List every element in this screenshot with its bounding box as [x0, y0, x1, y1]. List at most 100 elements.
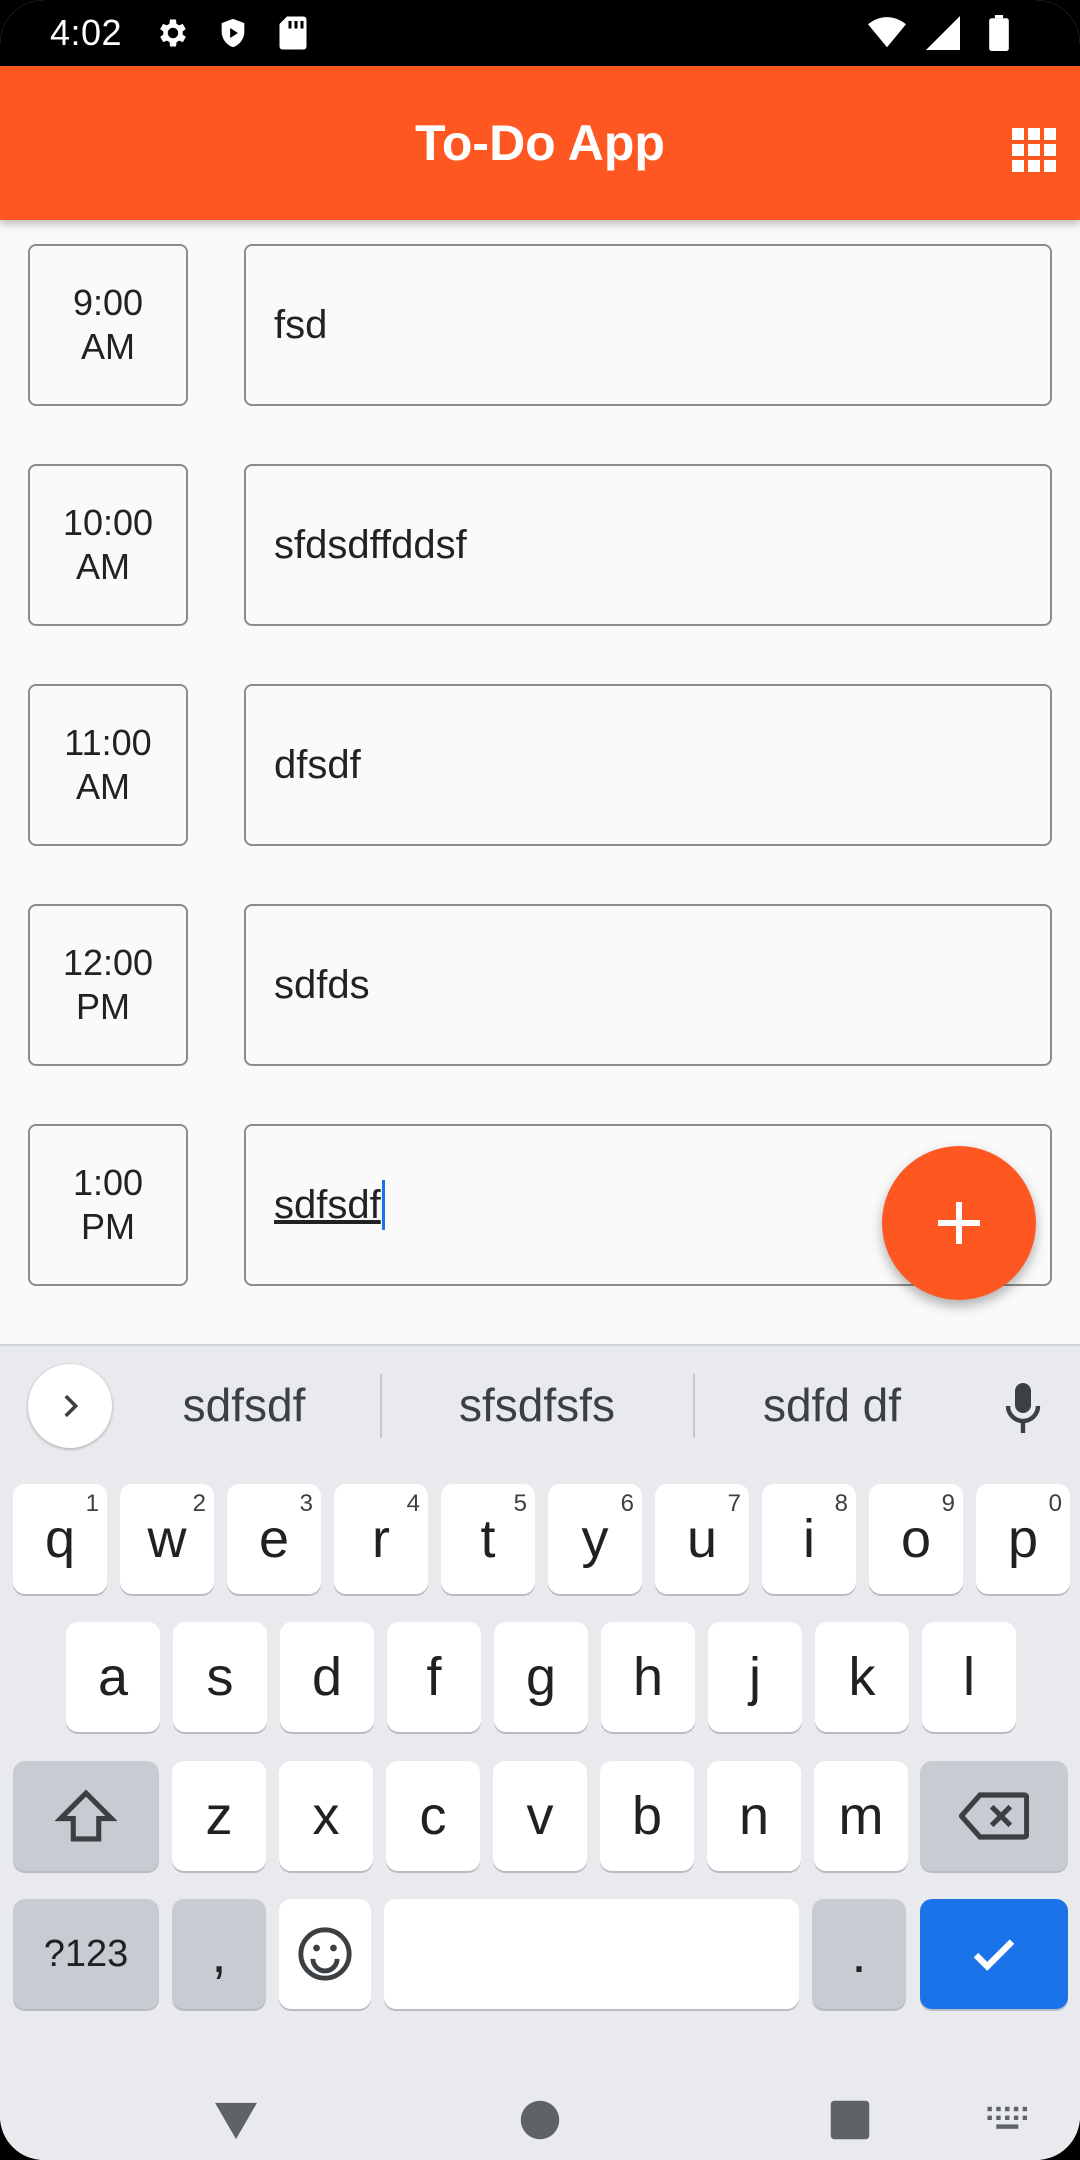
- key-hint: 8: [834, 1490, 848, 1517]
- key-label: k: [848, 1647, 876, 1707]
- key-n[interactable]: n: [707, 1761, 801, 1871]
- period-label: AM: [76, 546, 130, 587]
- key-t[interactable]: t5: [441, 1484, 535, 1594]
- key-o[interactable]: o9: [869, 1484, 963, 1594]
- backspace-key[interactable]: [920, 1761, 1068, 1871]
- key-g[interactable]: g: [494, 1622, 588, 1732]
- expand-toolbar-button[interactable]: [28, 1364, 112, 1448]
- key-v[interactable]: v: [493, 1761, 587, 1871]
- text-cursor: [381, 1180, 385, 1230]
- emoji-key[interactable]: [279, 1899, 371, 2009]
- time-label: 12:00: [62, 942, 154, 983]
- suggestion-divider: [380, 1374, 382, 1438]
- key-y[interactable]: y6: [548, 1484, 642, 1594]
- status-time: 4:02: [50, 12, 123, 53]
- task-input[interactable]: sfdsdffddsf: [244, 464, 1052, 626]
- list-item: 9:00 AM fsd: [0, 244, 1080, 406]
- symbols-key[interactable]: ?123: [13, 1899, 159, 2009]
- signal-icon: [924, 14, 962, 52]
- key-label: a: [97, 1647, 129, 1707]
- shift-icon: [55, 1789, 117, 1842]
- task-input[interactable]: sdfds: [244, 904, 1052, 1066]
- key-h[interactable]: h: [601, 1622, 695, 1732]
- time-label: 10:00: [62, 502, 154, 543]
- recents-button[interactable]: [810, 2080, 890, 2160]
- key-hint: 5: [513, 1490, 527, 1517]
- app-title: To-Do App: [415, 115, 665, 171]
- key-hint: 9: [941, 1490, 955, 1517]
- chevron-right-icon: [64, 1394, 79, 1418]
- time-slot: 12:00 PM: [28, 904, 188, 1066]
- period-key[interactable]: .: [812, 1899, 906, 2009]
- enter-key[interactable]: [920, 1899, 1068, 2009]
- key-label: w: [147, 1509, 187, 1569]
- key-s[interactable]: s: [173, 1622, 267, 1732]
- period-label: PM: [76, 986, 130, 1027]
- key-hint: 7: [727, 1490, 741, 1517]
- key-label: o: [900, 1509, 932, 1569]
- key-hint: 1: [85, 1490, 99, 1517]
- key-l[interactable]: l: [922, 1622, 1016, 1732]
- period-label: AM: [76, 766, 130, 807]
- on-screen-keyboard: sdfsdf sfsdfsfs sdfd df ?123 , . q 1 w 2…: [0, 1344, 1080, 2080]
- shift-key[interactable]: [13, 1761, 159, 1871]
- time-slot: 11:00 AM: [28, 684, 188, 846]
- key-q[interactable]: q1: [13, 1484, 107, 1594]
- suggestion-strip: sdfsdf sfsdfsfs sdfd df: [0, 1346, 1080, 1468]
- key-hint: 0: [1048, 1490, 1062, 1517]
- key-f[interactable]: f: [387, 1622, 481, 1732]
- status-bar: 4:02: [0, 0, 1080, 66]
- suggestion-3[interactable]: sdfd df: [712, 1370, 952, 1440]
- suggestion-1[interactable]: sdfsdf: [124, 1370, 364, 1440]
- key-j[interactable]: j: [708, 1622, 802, 1732]
- wifi-icon: [868, 14, 906, 52]
- suggestion-2[interactable]: sfsdfsfs: [400, 1370, 674, 1440]
- battery-icon: [980, 14, 1018, 52]
- key-label: h: [632, 1647, 664, 1707]
- key-hint: 2: [192, 1490, 206, 1517]
- app-bar: To-Do App: [0, 66, 1080, 220]
- play-protect-icon: [214, 14, 252, 52]
- key-label: x: [312, 1786, 340, 1846]
- key-m[interactable]: m: [814, 1761, 908, 1871]
- key-label: i: [803, 1509, 815, 1569]
- add-task-button[interactable]: [882, 1146, 1036, 1300]
- list-item: 10:00 AM sfdsdffddsf: [0, 464, 1080, 626]
- key-x[interactable]: x: [279, 1761, 373, 1871]
- key-label: d: [311, 1647, 343, 1707]
- key-label: l: [963, 1647, 975, 1707]
- time-slot: 9:00 AM: [28, 244, 188, 406]
- key-hint: 3: [299, 1490, 313, 1517]
- task-text: sfdsdffddsf: [274, 522, 467, 567]
- key-a[interactable]: a: [66, 1622, 160, 1732]
- microphone-icon[interactable]: [990, 1376, 1056, 1442]
- task-input[interactable]: fsd: [244, 244, 1052, 406]
- home-button[interactable]: [500, 2080, 580, 2160]
- time-slot: 1:00 PM: [28, 1124, 188, 1286]
- key-b[interactable]: b: [600, 1761, 694, 1871]
- key-label: n: [738, 1786, 770, 1846]
- key-p[interactable]: p0: [976, 1484, 1070, 1594]
- back-button[interactable]: [196, 2080, 276, 2160]
- keyboard-switch-button[interactable]: [976, 2080, 1040, 2160]
- key-r[interactable]: r4: [334, 1484, 428, 1594]
- key-u[interactable]: u7: [655, 1484, 749, 1594]
- key-label: f: [426, 1647, 442, 1707]
- key-w[interactable]: w2: [120, 1484, 214, 1594]
- key-e[interactable]: e3: [227, 1484, 321, 1594]
- key-label: c: [419, 1786, 447, 1846]
- key-label: y: [581, 1509, 609, 1569]
- grid-icon[interactable]: [1000, 116, 1068, 184]
- key-label: j: [749, 1647, 761, 1707]
- task-input[interactable]: dfsdf: [244, 684, 1052, 846]
- space-key[interactable]: [384, 1899, 799, 2009]
- key-label: q: [44, 1509, 76, 1569]
- key-d[interactable]: d: [280, 1622, 374, 1732]
- key-k[interactable]: k: [815, 1622, 909, 1732]
- key-i[interactable]: i8: [762, 1484, 856, 1594]
- comma-key[interactable]: ,: [172, 1899, 266, 2009]
- key-c[interactable]: c: [386, 1761, 480, 1871]
- key-z[interactable]: z: [172, 1761, 266, 1871]
- recents-icon: [830, 2100, 870, 2140]
- suggestion-divider: [693, 1374, 695, 1438]
